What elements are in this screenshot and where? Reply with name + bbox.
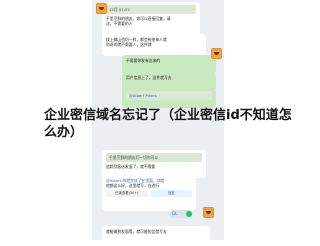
self-avatar[interactable] <box>211 48 222 59</box>
article-title: 企业密信域名忘记了（企业密信id不知道怎么办） <box>44 108 292 140</box>
reply-button[interactable]: 回复 <box>150 190 192 197</box>
chat-message[interactable]: 就能做到发面等，就可能的比就写去 <box>102 226 210 246</box>
read-receipt-button[interactable]: 已读查看(50+) <box>106 190 148 197</box>
chat-message[interactable]: @Albert Pikers <box>122 88 216 108</box>
status-toggle[interactable]: GL <box>169 210 193 218</box>
reply-quote: @Albert Pikers <box>126 91 212 100</box>
chat-message[interactable]: @Albert 的就完成了在里面，你就 他都这么好，这里就写，在进行 已读查看(… <box>102 175 196 211</box>
chat-message[interactable]: 千里烹鲜的朋友们一切你可以 追踪别客送发面了，就不需要 <box>102 150 206 178</box>
chat-message[interactable]: 找上佛山也切一样，都会有他来人就 你说的就不需要人，这件就 <box>102 34 206 56</box>
reply-quote: 12月 01:07 <box>106 5 196 14</box>
reply-quote: 千里烹鲜的朋友们一切你可以 <box>106 153 202 162</box>
user-avatar[interactable] <box>96 3 107 14</box>
self-avatar[interactable] <box>203 207 214 218</box>
chat-message[interactable]: 12月 01:07 千里烹鲜的朋友，你可以直接回复，请 法，不需要的人 <box>102 2 200 38</box>
